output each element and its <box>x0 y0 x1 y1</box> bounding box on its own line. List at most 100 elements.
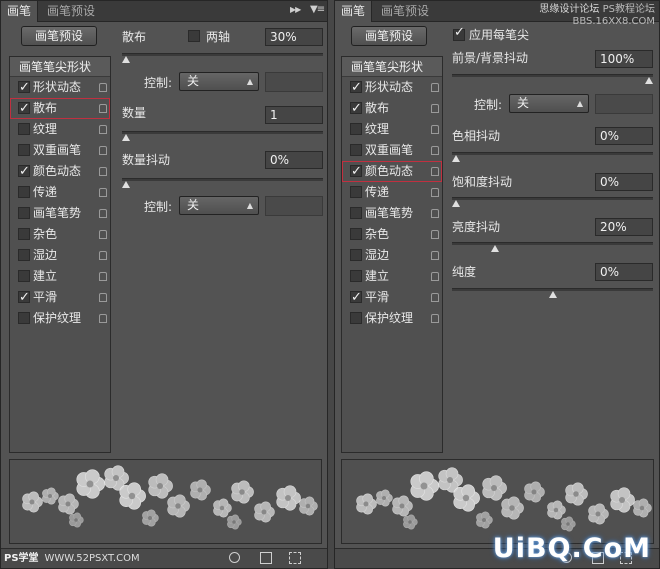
brightness-jitter-slider[interactable] <box>452 242 653 252</box>
lock-icon[interactable] <box>99 293 107 302</box>
scatter-slider[interactable] <box>122 53 323 63</box>
setting-item[interactable]: 平滑 <box>10 287 110 308</box>
checkbox[interactable] <box>18 98 30 119</box>
both-axes-checkbox[interactable] <box>188 30 200 42</box>
checkbox[interactable] <box>18 249 30 261</box>
lock-icon[interactable] <box>431 188 439 197</box>
purity-slider[interactable] <box>452 288 653 298</box>
setting-item[interactable]: 双重画笔 <box>342 140 442 161</box>
hue-jitter-slider[interactable] <box>452 152 653 162</box>
setting-item[interactable]: 画笔笔势 <box>10 203 110 224</box>
brush-toggle-icon[interactable] <box>229 552 240 563</box>
checkbox[interactable] <box>18 144 30 156</box>
lock-icon[interactable] <box>99 167 107 176</box>
checkbox[interactable] <box>18 161 30 182</box>
checkbox[interactable] <box>18 186 30 198</box>
setting-item[interactable]: 建立 <box>342 266 442 287</box>
checkbox[interactable] <box>18 287 30 308</box>
setting-item[interactable]: 散布 <box>342 98 442 119</box>
checkbox[interactable] <box>350 144 362 156</box>
setting-item[interactable]: 湿边 <box>10 245 110 266</box>
checkbox[interactable] <box>350 77 362 98</box>
lock-icon[interactable] <box>99 104 107 113</box>
setting-item[interactable]: 传递 <box>342 182 442 203</box>
checkbox[interactable] <box>350 312 362 324</box>
lock-icon[interactable] <box>99 83 107 92</box>
lock-icon[interactable] <box>99 251 107 260</box>
lock-icon[interactable] <box>431 146 439 155</box>
brush-tip-shape-item[interactable]: 画笔笔尖形状 <box>10 57 110 77</box>
checkbox[interactable] <box>350 249 362 261</box>
grid-icon[interactable] <box>260 552 272 564</box>
count-slider-knob[interactable] <box>122 134 130 141</box>
checkbox[interactable] <box>18 123 30 135</box>
count-value-field[interactable]: 1 <box>265 106 323 124</box>
lock-icon[interactable] <box>431 230 439 239</box>
setting-item[interactable]: 双重画笔 <box>10 140 110 161</box>
lock-icon[interactable] <box>99 209 107 218</box>
checkbox[interactable] <box>350 228 362 240</box>
lock-icon[interactable] <box>431 167 439 176</box>
checkbox[interactable] <box>350 123 362 135</box>
lock-icon[interactable] <box>431 209 439 218</box>
setting-item[interactable]: 传递 <box>10 182 110 203</box>
lock-icon[interactable] <box>99 314 107 323</box>
brush-presets-button[interactable]: 画笔预设 <box>351 26 427 46</box>
checkbox[interactable] <box>350 207 362 219</box>
setting-item[interactable]: 形状动态 <box>10 77 110 98</box>
lock-icon[interactable] <box>99 230 107 239</box>
setting-item[interactable]: 画笔笔势 <box>342 203 442 224</box>
tab-brush-presets[interactable]: 画笔预设 <box>41 1 101 22</box>
brush-presets-button[interactable]: 画笔预设 <box>21 26 97 46</box>
checkbox[interactable] <box>350 98 362 119</box>
control2-select[interactable]: 关 ▲ <box>179 196 259 215</box>
brightness-jitter-value-field[interactable]: 20% <box>595 218 653 236</box>
control-select[interactable]: 关 ▲ <box>179 72 259 91</box>
apply-per-tip-checkbox[interactable] <box>453 25 465 41</box>
lock-icon[interactable] <box>99 125 107 134</box>
fg-bg-jitter-value-field[interactable]: 100% <box>595 50 653 68</box>
setting-item[interactable]: 散布 <box>10 98 110 119</box>
count-jitter-slider-knob[interactable] <box>122 181 130 188</box>
checkbox[interactable] <box>350 161 362 182</box>
setting-item[interactable]: 建立 <box>10 266 110 287</box>
count-slider[interactable] <box>122 131 323 141</box>
tab-brush[interactable]: 画笔 <box>1 1 39 22</box>
checkbox[interactable] <box>18 77 30 98</box>
lock-icon[interactable] <box>431 293 439 302</box>
lock-icon[interactable] <box>431 83 439 92</box>
checkbox[interactable] <box>18 312 30 324</box>
scatter-value-field[interactable]: 30% <box>265 28 323 46</box>
checkbox[interactable] <box>350 186 362 198</box>
saturation-jitter-slider[interactable] <box>452 197 653 207</box>
brush-tip-shape-item[interactable]: 画笔笔尖形状 <box>342 57 442 77</box>
checkbox[interactable] <box>18 207 30 219</box>
setting-item[interactable]: 颜色动态 <box>342 161 442 182</box>
count-jitter-slider[interactable] <box>122 178 323 188</box>
collapse-icon[interactable]: ▶▶ <box>290 5 301 14</box>
checkbox[interactable] <box>350 287 362 308</box>
brightness-jitter-slider-knob[interactable] <box>490 245 499 252</box>
saturation-jitter-slider-knob[interactable] <box>452 200 460 207</box>
setting-item[interactable]: 杂色 <box>342 224 442 245</box>
lock-icon[interactable] <box>431 272 439 281</box>
setting-item[interactable]: 平滑 <box>342 287 442 308</box>
purity-slider-knob[interactable] <box>548 291 557 298</box>
lock-icon[interactable] <box>99 188 107 197</box>
hue-jitter-slider-knob[interactable] <box>452 155 460 162</box>
setting-item[interactable]: 杂色 <box>10 224 110 245</box>
saturation-jitter-value-field[interactable]: 0% <box>595 173 653 191</box>
setting-item[interactable]: 保护纹理 <box>342 308 442 329</box>
control-select[interactable]: 关 ▲ <box>509 94 589 113</box>
tab-brush[interactable]: 画笔 <box>335 1 373 22</box>
count-jitter-value-field[interactable]: 0% <box>265 151 323 169</box>
checkbox[interactable] <box>18 228 30 240</box>
lock-icon[interactable] <box>431 104 439 113</box>
setting-item[interactable]: 形状动态 <box>342 77 442 98</box>
setting-item[interactable]: 颜色动态 <box>10 161 110 182</box>
lock-icon[interactable] <box>99 272 107 281</box>
checkbox[interactable] <box>18 270 30 282</box>
lock-icon[interactable] <box>431 314 439 323</box>
scatter-slider-knob[interactable] <box>122 56 130 63</box>
lock-icon[interactable] <box>431 251 439 260</box>
